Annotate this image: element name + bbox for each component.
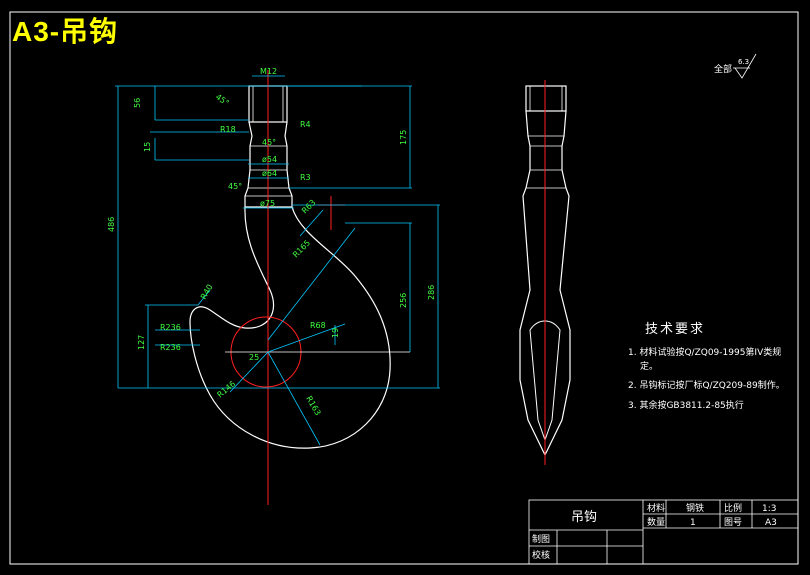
dim-r18: R18 bbox=[220, 125, 236, 134]
tech-req-item: 1. 材料试验按Q/ZQ09-1995第IV类规 bbox=[628, 348, 782, 358]
drawing-canvas: A3-吊钩 M12 45° 56 R4 R18 15 45° ø54 ø64 R… bbox=[0, 0, 810, 575]
front-view bbox=[189, 70, 410, 505]
drawing-svg: M12 45° 56 R4 R18 15 45° ø54 ø64 R3 45° … bbox=[9, 11, 799, 565]
dim-45-mid: 45° bbox=[262, 138, 276, 147]
scale-value: 1:3 bbox=[762, 504, 776, 514]
quantity-label: 数量 bbox=[647, 516, 665, 528]
dim-286: 286 bbox=[427, 285, 436, 300]
material-label: 材料 bbox=[647, 502, 665, 514]
drawn-label: 制图 bbox=[532, 533, 550, 545]
dim-175: 175 bbox=[399, 130, 408, 145]
dim-45-left: 45° bbox=[228, 182, 242, 191]
scale-label: 比例 bbox=[724, 502, 742, 514]
dim-25: 25 bbox=[249, 353, 259, 362]
dim-r68: R68 bbox=[310, 321, 326, 330]
dim-phi64: ø64 bbox=[262, 169, 277, 178]
dim-r163: R163 bbox=[304, 395, 322, 418]
dimension-labels: M12 45° 56 R4 R18 15 45° ø54 ø64 R3 45° … bbox=[107, 67, 436, 417]
title-block-text: 吊钩 材料 钢铁 比例 1:3 数量 1 图号 A3 制图 校核 bbox=[532, 502, 777, 561]
dim-r4: R4 bbox=[300, 120, 311, 129]
surface-finish-value: 6.3 bbox=[738, 58, 749, 66]
dim-256: 256 bbox=[399, 293, 408, 308]
tech-req-item: 2. 吊钩标记按厂标Q/ZQ209-89制作。 bbox=[628, 381, 785, 391]
dim-r146: R146 bbox=[216, 379, 238, 399]
dim-r63: R63 bbox=[300, 198, 318, 216]
tech-req-title: 技术要求 bbox=[645, 322, 706, 337]
side-thread bbox=[525, 85, 567, 112]
dim-phi75: ø75 bbox=[260, 199, 275, 208]
tech-req-item: 3. 其余按GB3811.2-85执行 bbox=[628, 401, 744, 411]
dim-phi54: ø54 bbox=[262, 155, 277, 164]
surface-finish-label: 全部 bbox=[714, 63, 732, 75]
dim-127: 127 bbox=[137, 335, 146, 350]
dim-486: 486 bbox=[107, 217, 116, 232]
drawing-frame bbox=[9, 11, 799, 565]
quantity-value: 1 bbox=[690, 518, 696, 528]
dimension-lines bbox=[115, 75, 440, 446]
dim-56: 56 bbox=[133, 98, 142, 108]
drawing-no-label: 图号 bbox=[724, 517, 742, 528]
dim-r165: R165 bbox=[291, 238, 312, 259]
side-view bbox=[519, 80, 571, 465]
material-value: 钢铁 bbox=[686, 502, 704, 514]
dim-r236a: R236 bbox=[160, 323, 181, 332]
dim-r40: R40 bbox=[199, 283, 215, 301]
drawing-no-value: A3 bbox=[765, 518, 777, 528]
part-name: 吊钩 bbox=[571, 510, 597, 525]
hook-body bbox=[189, 206, 391, 449]
dim-r3: R3 bbox=[300, 173, 311, 182]
dim-19: 19 bbox=[331, 328, 340, 338]
dim-m12: M12 bbox=[260, 67, 277, 76]
checked-label: 校核 bbox=[532, 549, 550, 561]
dim-45-top: 45° bbox=[214, 92, 231, 108]
tech-req-item: 定。 bbox=[640, 362, 659, 372]
dim-15: 15 bbox=[143, 142, 152, 152]
dim-r236b: R236 bbox=[160, 343, 181, 352]
